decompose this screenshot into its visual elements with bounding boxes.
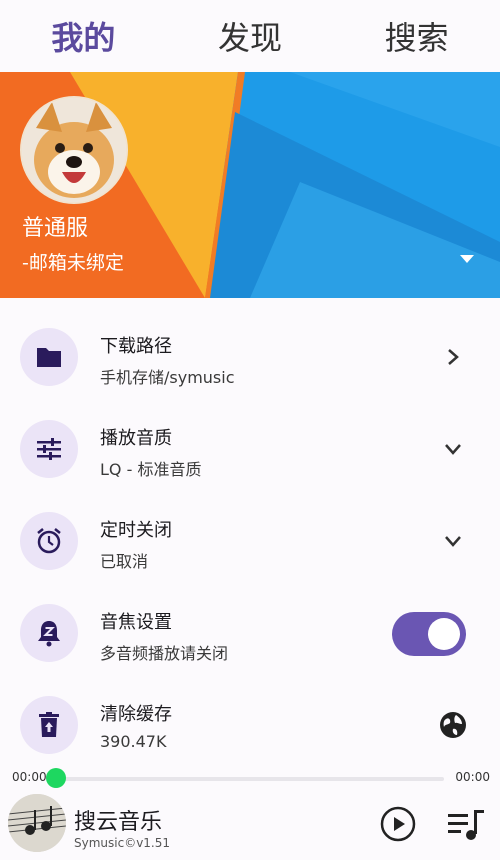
setting-download-path[interactable]: 下载路径 手机存储/symusic: [0, 312, 500, 404]
trash-icon: [20, 696, 78, 754]
alarm-icon: [20, 512, 78, 570]
current-time: 00:00: [12, 770, 47, 784]
setting-subtitle: 手机存储/symusic: [100, 368, 235, 387]
progress-track[interactable]: [56, 777, 444, 781]
setting-title: 下载路径: [100, 336, 172, 357]
setting-title: 播放音质: [100, 428, 172, 449]
tab-search[interactable]: 搜索: [333, 0, 500, 72]
audio-focus-toggle[interactable]: [392, 612, 466, 656]
playback-progress: 00:00 00:00: [0, 766, 500, 790]
player-title: 搜云音乐: [74, 810, 163, 835]
folder-icon: [20, 328, 78, 386]
profile-banner: 普通服 -邮箱未绑定: [0, 72, 500, 298]
dog-avatar-icon: [22, 98, 126, 202]
setting-subtitle: 多音频播放请关闭: [100, 644, 229, 663]
chevron-down-icon[interactable]: [436, 524, 470, 558]
play-button[interactable]: [380, 806, 416, 842]
album-art[interactable]: [8, 794, 66, 852]
setting-title: 清除缓存: [100, 704, 172, 725]
playlist-button[interactable]: [448, 808, 488, 842]
user-email: -邮箱未绑定: [22, 252, 124, 274]
top-tab-bar: 我的 发现 搜索: [0, 0, 500, 72]
bell-z-icon: [20, 604, 78, 662]
setting-subtitle: 已取消: [100, 552, 149, 571]
chevron-down-icon[interactable]: [436, 432, 470, 466]
setting-title: 音焦设置: [100, 612, 172, 633]
account-dropdown-icon[interactable]: [460, 255, 474, 263]
toggle-knob: [428, 618, 460, 650]
play-icon: [380, 806, 416, 842]
mini-player: 搜云音乐 Symusic©v1.51: [0, 790, 500, 860]
player-subtitle: Symusic©v1.51: [74, 836, 171, 850]
progress-thumb[interactable]: [46, 768, 66, 788]
tab-discover[interactable]: 发现: [167, 0, 334, 72]
setting-title: 定时关闭: [100, 520, 172, 541]
setting-subtitle: LQ - 标准音质: [100, 460, 202, 479]
queue-music-icon: [448, 810, 484, 840]
setting-sleep-timer[interactable]: 定时关闭 已取消: [0, 496, 500, 588]
setting-subtitle: 390.47K: [100, 732, 167, 751]
globe-icon[interactable]: [436, 708, 470, 742]
chevron-right-icon[interactable]: [436, 340, 470, 374]
music-sheet-icon: [8, 794, 66, 852]
tab-mine[interactable]: 我的: [0, 0, 167, 72]
user-name[interactable]: 普通服: [22, 210, 88, 242]
tune-icon: [20, 420, 78, 478]
setting-clear-cache[interactable]: 清除缓存 390.47K: [0, 680, 500, 772]
total-time: 00:00: [455, 770, 490, 784]
setting-audio-focus[interactable]: 音焦设置 多音频播放请关闭: [0, 588, 500, 680]
avatar[interactable]: [20, 96, 128, 204]
setting-audio-quality[interactable]: 播放音质 LQ - 标准音质: [0, 404, 500, 496]
settings-list: 下载路径 手机存储/symusic 播放音质 LQ - 标准音质 定时关闭 已取…: [0, 312, 500, 772]
